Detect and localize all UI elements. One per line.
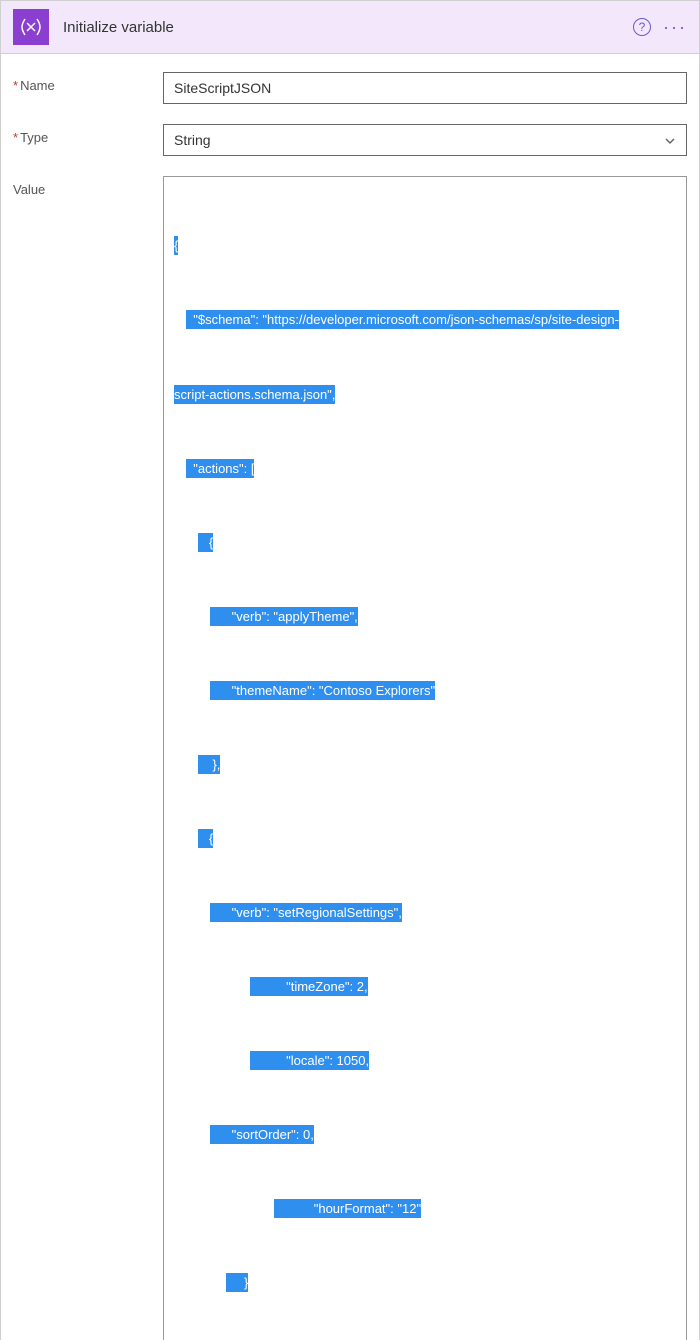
- name-input[interactable]: [163, 72, 687, 104]
- json-code: { "$schema": "https://developer.microsof…: [166, 185, 686, 1340]
- initialize-variable-card: Initialize variable ? ··· *Name *Type St…: [0, 0, 700, 1340]
- chevron-down-icon: [664, 134, 676, 146]
- value-label: Value: [13, 176, 163, 197]
- card-header[interactable]: Initialize variable ? ···: [1, 1, 699, 54]
- card-body: *Name *Type String Value {: [1, 54, 699, 1340]
- help-icon[interactable]: ?: [633, 18, 651, 36]
- variable-icon: [13, 9, 49, 45]
- type-selected-value: String: [174, 132, 211, 148]
- type-label: *Type: [13, 124, 163, 145]
- name-label: *Name: [13, 72, 163, 93]
- card-title: Initialize variable: [63, 19, 633, 36]
- type-select[interactable]: String: [163, 124, 687, 156]
- more-icon[interactable]: ···: [663, 17, 687, 38]
- value-input[interactable]: { "$schema": "https://developer.microsof…: [163, 176, 687, 1340]
